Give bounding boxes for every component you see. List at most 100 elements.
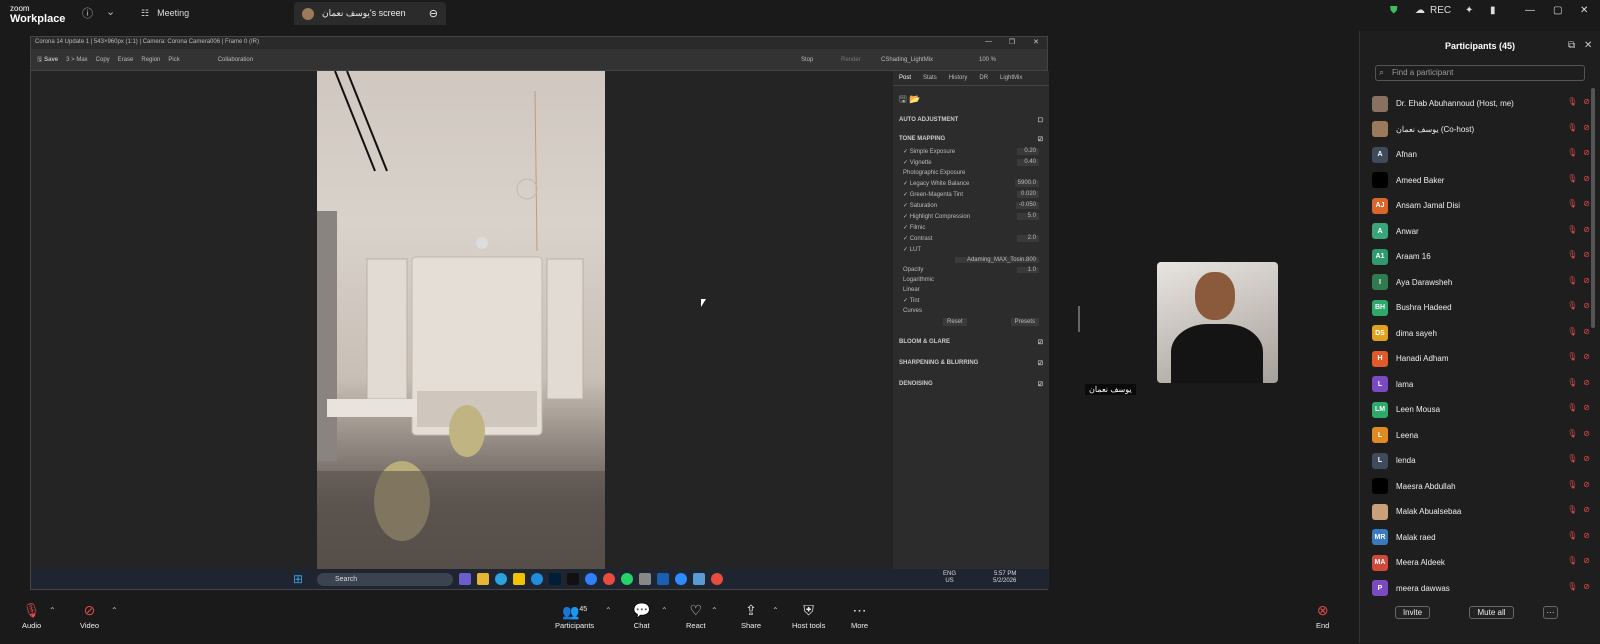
auto-adjustment-section[interactable]: AUTO ADJUSTMENT ☐ [893,114,1049,127]
share-button[interactable]: ⇪ Share [741,602,761,630]
minimize-icon[interactable]: — [985,38,992,45]
video-off-icon[interactable]: ⊘ [1583,378,1590,387]
video-button[interactable]: ⊘ Video [80,602,99,630]
list-item[interactable]: H Hanadi Adham 🎙 ⊘ [1372,346,1590,372]
lut-row[interactable]: Linear [893,285,1049,295]
caret-up-icon[interactable]: ⌃ [711,606,718,615]
clock[interactable]: 5:57 PM 5/2/2026 [993,571,1016,585]
messenger-icon[interactable] [585,573,597,585]
video-off-icon[interactable]: ⊘ [1583,199,1590,208]
list-item[interactable]: BH Bushra Hadeed 🎙 ⊘ [1372,295,1590,321]
mic-muted-icon[interactable]: 🎙 [1567,174,1577,183]
render-button[interactable]: Render [841,57,861,63]
copy-button[interactable]: Copy [96,57,110,63]
list-item[interactable]: MR Malak raed 🎙 ⊘ [1372,525,1590,551]
save-button[interactable]: 🖫 Save [37,55,58,65]
taskbar-search[interactable]: Search [317,573,453,586]
close-icon[interactable]: ✕ [1033,38,1039,46]
list-item[interactable]: Llenda 🎙 ⊘ [1372,448,1590,474]
row-value[interactable]: 0.020 [1017,191,1039,198]
list-item[interactable]: Ameed Baker 🎙 ⊘ [1372,168,1590,194]
screen-share-tab[interactable]: يوسف نعمان's screen ⊖ [294,2,446,25]
list-item[interactable]: Dr. Ehab Abuhannoud (Host, me) 🎙 ⊘ [1372,91,1590,117]
tone-row[interactable]: ✓ Green-Magenta Tint 0.020 [893,189,1049,200]
pick-button[interactable]: Pick [168,57,179,63]
chevron-down-icon[interactable]: ⌄ [106,5,115,18]
photoshop-icon[interactable] [549,573,561,585]
video-off-icon[interactable]: ⊘ [1583,480,1590,489]
maximize-icon[interactable]: ▢ [1553,5,1562,16]
folder-icon[interactable] [477,573,489,585]
list-item[interactable]: Pmeera dawwas 🎙 ⊘ [1372,576,1590,602]
video-off-icon[interactable]: ⊘ [1583,505,1590,514]
tone-row[interactable]: Curves [893,306,1049,316]
row-value[interactable]: 0.20 [1017,148,1039,155]
mic-muted-icon[interactable]: 🎙 [1567,378,1577,387]
tone-row[interactable]: ✓ Highlight Compression 5.0 [893,211,1049,222]
shield-icon[interactable]: ⛊ [1390,5,1398,16]
participant-search-input[interactable]: Find a participant [1375,65,1585,81]
windows-start-icon[interactable]: ⊞ [293,572,303,586]
tone-row[interactable]: ✓ LUT [893,244,1049,255]
mute-all-button[interactable]: Mute all [1469,606,1514,619]
tone-mapping-section[interactable]: TONE MAPPING ☑ [893,133,1049,146]
list-item[interactable]: A Afnan 🎙 ⊘ [1372,142,1590,168]
video-off-icon[interactable]: ⊘ [1583,403,1590,412]
list-item[interactable]: A Anwar 🎙 ⊘ [1372,219,1590,245]
video-tile[interactable] [1157,262,1278,383]
mic-muted-icon[interactable]: 🎙 [1567,276,1577,285]
popout-icon[interactable]: ⧉ [1568,40,1575,51]
teams-icon[interactable] [459,573,471,585]
tone-row[interactable]: ✓ Simple Exposure 0.20 [893,146,1049,157]
mic-muted-icon[interactable]: 🎙 [1567,352,1577,361]
mic-muted-icon[interactable]: 🎙 [1567,327,1577,336]
close-icon[interactable]: ✕ [1580,5,1588,16]
app-icon[interactable] [567,573,579,585]
video-off-icon[interactable]: ⊘ [1583,429,1590,438]
mic-muted-icon[interactable]: 🎙 [1567,582,1577,591]
bloom-section[interactable]: BLOOM & GLARE ☑ [893,336,1049,349]
tab-stats[interactable]: Stats [923,75,937,81]
lut-file[interactable]: Adaming_MAX_Tosin.800 [955,257,1039,263]
video-off-icon[interactable]: ⊘ [1583,582,1590,591]
list-item[interactable]: L Leena 🎙 ⊘ [1372,423,1590,449]
tone-row[interactable]: ✓ Legacy White Balance 5900.0 [893,178,1049,189]
mic-muted-icon[interactable]: 🎙 [1567,556,1577,565]
load-icon[interactable]: 📂 [909,94,920,104]
list-item[interactable]: يوسف نعمان (Co-host) 🎙 ⊘ [1372,117,1590,143]
denoising-section[interactable]: DENOISING ☑ [893,378,1049,391]
mic-muted-icon[interactable]: 🎙 [1567,148,1577,157]
layout-icon[interactable]: ▮ [1490,5,1496,16]
video-off-icon[interactable]: ⊘ [1583,327,1590,336]
mic-muted-icon[interactable]: 🎙 [1567,97,1577,106]
more-options-button[interactable]: ··· [1543,606,1558,619]
row-value[interactable]: 5.0 [1017,213,1039,220]
meeting-menu[interactable]: ☷ Meeting [135,2,195,24]
lut-row[interactable]: Opacity 1.0 [893,265,1049,275]
app-icon[interactable] [639,573,651,585]
row-value[interactable]: 1.0 [1017,267,1039,273]
video-off-icon[interactable]: ⊘ [1583,301,1590,310]
chrome-icon[interactable] [711,573,723,585]
video-off-icon[interactable]: ⊘ [1583,250,1590,259]
restore-icon[interactable]: ❐ [1009,38,1015,46]
list-item[interactable]: DS dima sayeh 🎙 ⊘ [1372,321,1590,347]
row-value[interactable]: 0.40 [1017,159,1039,166]
lightmix-select[interactable]: CShading_LightMix [881,57,933,63]
language-indicator[interactable]: ENG US [943,571,956,585]
mic-muted-icon[interactable]: 🎙 [1567,429,1577,438]
mic-muted-icon[interactable]: 🎙 [1567,403,1577,412]
list-item[interactable]: Llama 🎙 ⊘ [1372,372,1590,398]
row-value[interactable]: -0.050 [1015,202,1039,209]
video-off-icon[interactable]: ⊘ [1583,352,1590,361]
rec-indicator[interactable]: REC [1430,5,1451,16]
edge-icon[interactable] [531,573,543,585]
lut-row[interactable]: Logarithmic [893,275,1049,285]
splitter-handle[interactable] [1078,306,1080,332]
list-item[interactable]: I Aya Darawsheh 🎙 ⊘ [1372,270,1590,296]
collaboration-button[interactable]: Collaboration [218,57,253,63]
region-button[interactable]: Region [141,57,160,63]
tone-row[interactable]: ✓ Filmic [893,222,1049,233]
sparkle-icon[interactable]: ✦ [1465,5,1473,16]
caret-up-icon[interactable]: ⌃ [605,606,612,615]
